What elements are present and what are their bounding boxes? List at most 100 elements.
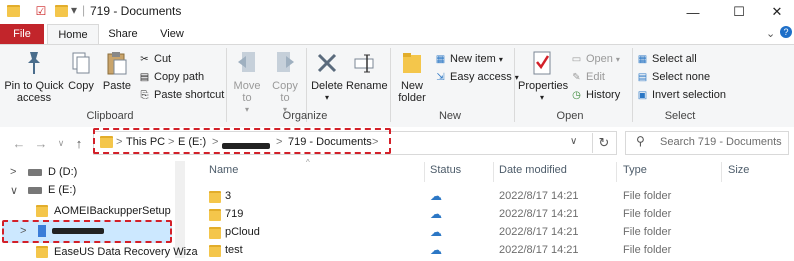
properties-check-icon[interactable]: ☑ <box>34 4 48 18</box>
column-header-status[interactable]: Status <box>430 164 461 176</box>
new-folder-label: New folder <box>398 80 426 104</box>
folder-icon[interactable] <box>6 4 20 18</box>
expand-chevron-icon[interactable]: > <box>20 225 32 237</box>
tree-item-drive-e[interactable]: ∨ E (E:) <box>10 181 76 199</box>
paste-label: Paste <box>102 80 132 92</box>
file-date: 2022/8/17 14:21 <box>499 208 579 220</box>
delete-button[interactable]: Delete ▾ <box>310 48 344 104</box>
copy-to-icon <box>268 48 302 78</box>
easy-access-button[interactable]: ⇲ Easy access ▾ <box>434 69 518 85</box>
tree-item-aomei[interactable]: AOMEIBackupperSetup <box>36 202 171 220</box>
expand-chevron-icon[interactable]: > <box>10 166 22 178</box>
move-to-button[interactable]: Move to ▾ <box>230 48 264 116</box>
select-none-icon: ▤ <box>637 71 648 83</box>
crumb-this-pc[interactable]: This PC <box>126 136 165 148</box>
file-type: File folder <box>623 226 672 238</box>
select-none-button[interactable]: ▤ Select none <box>636 69 710 85</box>
paste-button[interactable]: Paste <box>100 48 134 92</box>
paste-shortcut-button[interactable]: ⎘ Paste shortcut <box>138 87 225 103</box>
column-divider[interactable] <box>616 162 617 182</box>
column-divider[interactable] <box>493 162 494 182</box>
window-title: 719 - Documents <box>90 4 182 18</box>
redacted-crumb[interactable] <box>222 140 270 152</box>
tree-item-redacted[interactable]: > <box>20 222 104 240</box>
crumb-drive-e[interactable]: E (E:) <box>178 136 206 148</box>
tab-share[interactable]: Share <box>100 24 146 44</box>
table-row[interactable]: 719 ☁ 2022/8/17 14:21 File folder <box>200 206 794 224</box>
history-button[interactable]: ◷ History <box>570 87 620 103</box>
file-date: 2022/8/17 14:21 <box>499 244 579 256</box>
tab-view[interactable]: View <box>150 24 194 44</box>
copy-to-button[interactable]: Copy to ▾ <box>268 48 302 116</box>
recent-locations-chevron-icon[interactable]: ∨ <box>52 135 70 151</box>
forward-arrow-icon[interactable]: → <box>32 135 50 151</box>
column-header-type[interactable]: Type <box>623 164 647 176</box>
copy-button[interactable]: Copy <box>66 48 96 92</box>
table-row[interactable]: test ☁ 2022/8/17 14:21 File folder <box>200 242 794 258</box>
select-all-button[interactable]: ▦ Select all <box>636 51 697 67</box>
minimize-button[interactable]: — <box>676 0 710 24</box>
easy-access-icon: ⇲ <box>436 71 445 83</box>
tab-home[interactable]: Home <box>47 24 99 45</box>
ribbon-separator <box>632 48 633 122</box>
crumb-documents[interactable]: 719 - Documents <box>288 136 372 148</box>
table-row[interactable]: pCloud ☁ 2022/8/17 14:21 File folder <box>200 224 794 242</box>
crumb-separator[interactable]: > <box>372 136 378 148</box>
new-item-button[interactable]: ▦ New item ▾ <box>434 51 503 67</box>
up-arrow-icon[interactable]: ↑ <box>70 135 88 151</box>
tab-file[interactable]: File <box>0 24 44 44</box>
open-group-label: Open <box>556 110 584 122</box>
crumb-separator[interactable]: > <box>212 136 218 148</box>
folder-icon <box>36 205 48 217</box>
pin-quick-access-button[interactable]: Pin to Quick access <box>4 48 64 104</box>
open-button[interactable]: ▭ Open ▾ <box>570 51 620 67</box>
rename-icon <box>346 48 384 78</box>
new-folder-button[interactable]: New folder <box>394 48 430 104</box>
rename-button[interactable]: Rename <box>346 48 388 92</box>
address-dropdown-icon[interactable]: ∨ <box>570 136 577 147</box>
properties-button[interactable]: Properties ▾ <box>518 48 568 104</box>
search-placeholder[interactable]: Search 719 - Documents <box>660 136 782 148</box>
pin-icon <box>4 48 64 78</box>
copy-to-label: Copy to <box>272 80 298 104</box>
paste-shortcut-icon: ⎘ <box>140 89 149 101</box>
copy-path-button[interactable]: ▤ Copy path <box>138 69 204 85</box>
new-folder-icon[interactable] <box>54 4 68 18</box>
select-all-icon: ▦ <box>637 53 648 65</box>
ribbon-separator <box>390 48 391 122</box>
file-type: File folder <box>623 190 672 202</box>
crumb-separator[interactable]: > <box>276 136 282 148</box>
crumb-separator[interactable]: > <box>168 136 174 148</box>
table-row[interactable]: 3 ☁ 2022/8/17 14:21 File folder <box>200 188 794 206</box>
column-header-name[interactable]: Name <box>209 164 238 176</box>
qat-dropdown[interactable]: ▾ <box>71 3 77 17</box>
history-icon: ◷ <box>572 89 581 101</box>
tree-item-easeus[interactable]: EaseUS Data Recovery Wiza <box>36 243 198 261</box>
column-header-size[interactable]: Size <box>728 164 749 176</box>
edit-button[interactable]: ✎ Edit <box>570 69 605 85</box>
column-divider[interactable] <box>721 162 722 182</box>
refresh-icon[interactable]: ↻ <box>592 133 615 153</box>
redacted-label <box>52 228 104 234</box>
delete-label: Delete <box>311 80 343 92</box>
zip-folder-icon <box>38 225 46 237</box>
collapse-ribbon-icon[interactable]: ⌄ <box>766 27 775 40</box>
new-item-icon: ▦ <box>435 53 446 65</box>
cut-button[interactable]: ✂ Cut <box>138 51 171 67</box>
ribbon-separator <box>514 48 515 122</box>
column-divider[interactable] <box>424 162 425 182</box>
close-button[interactable]: ✕ <box>760 0 794 24</box>
back-arrow-icon[interactable]: ← <box>10 135 28 151</box>
open-icon: ▭ <box>571 53 582 65</box>
tree-item-drive-d[interactable]: > D (D:) <box>10 163 77 181</box>
edit-icon: ✎ <box>572 71 581 83</box>
help-icon[interactable]: ? <box>780 26 792 38</box>
collapse-chevron-icon[interactable]: ∨ <box>10 184 22 197</box>
crumb-separator[interactable]: > <box>116 136 122 148</box>
invert-selection-button[interactable]: ▣ Invert selection <box>636 87 726 103</box>
folder-icon <box>209 209 221 221</box>
maximize-button[interactable]: ☐ <box>722 0 756 24</box>
column-header-date[interactable]: Date modified <box>499 164 567 176</box>
select-group-label: Select <box>664 110 696 122</box>
file-list: 3 ☁ 2022/8/17 14:21 File folder 719 ☁ 20… <box>200 184 794 258</box>
